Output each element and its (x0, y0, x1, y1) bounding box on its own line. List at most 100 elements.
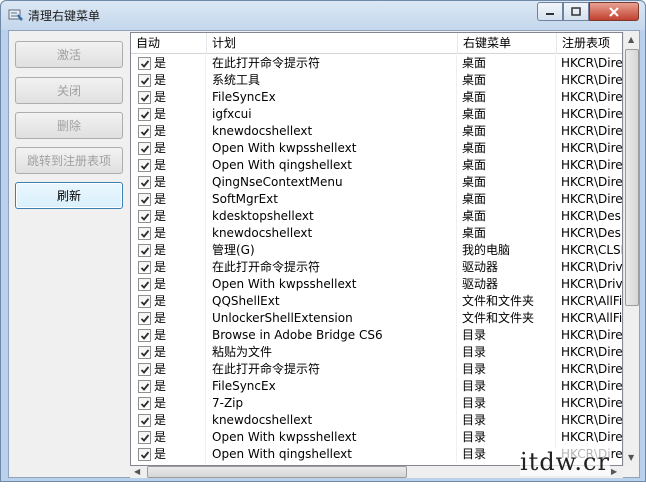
title-bar[interactable]: 清理右键菜单 (1, 1, 645, 30)
table-row[interactable]: 是 Open With kwpsshellext桌面HKCR\Directo (131, 140, 622, 157)
minimize-button[interactable] (537, 2, 563, 21)
auto-value: 是 (154, 277, 167, 291)
table-row[interactable]: 是 knewdocshellext桌面HKCR\Deskto (131, 225, 622, 242)
checkbox-checked-icon (140, 264, 150, 272)
window-title: 清理右键菜单 (28, 9, 101, 23)
checkbox-checked-icon (140, 77, 150, 85)
checkbox-checked-icon (140, 128, 150, 136)
column-header-auto[interactable]: 自动 (131, 33, 207, 54)
checkbox[interactable] (138, 227, 151, 240)
scroll-down-icon[interactable]: ▼ (628, 453, 634, 462)
scroll-left-icon[interactable]: ◀ (134, 467, 140, 476)
close-window-button[interactable] (589, 2, 639, 21)
column-header-menu[interactable]: 右键菜单 (458, 33, 557, 54)
checkbox[interactable] (138, 431, 151, 444)
maximize-button[interactable] (563, 2, 589, 21)
column-header-plan[interactable]: 计划 (207, 33, 458, 54)
refresh-button[interactable]: 刷新 (15, 182, 123, 209)
checkbox[interactable] (138, 448, 151, 461)
checkbox[interactable] (138, 261, 151, 274)
menu-cell: 目录 (458, 429, 556, 446)
table-row[interactable]: 是 Browse in Adobe Bridge CS6目录HKCR\Direct… (131, 327, 622, 344)
vertical-scrollbar[interactable]: ▲ ▼ (623, 32, 639, 466)
menu-cell: 目录 (458, 412, 556, 429)
plan-cell: FileSyncEx (207, 89, 457, 106)
menu-cell: 桌面 (458, 123, 556, 140)
checkbox-checked-icon (140, 145, 150, 153)
table-row[interactable]: 是 Open With qingshellext桌面HKCR\Directo (131, 157, 622, 174)
table-row[interactable]: 是 粘贴为文件目录HKCR\Directo (131, 344, 622, 361)
table-row[interactable]: 是 QingNseContextMenu桌面HKCR\Directo (131, 174, 622, 191)
checkbox[interactable] (138, 295, 151, 308)
table-row[interactable]: 是 FileSyncEx目录HKCR\Directo (131, 378, 622, 395)
checkbox[interactable] (138, 193, 151, 206)
delete-button[interactable]: 删除 (15, 112, 123, 139)
menu-cell: 目录 (458, 344, 556, 361)
table-row[interactable]: 是 knewdocshellext桌面HKCR\Directo (131, 123, 622, 140)
vertical-scroll-thumb[interactable] (625, 49, 639, 306)
checkbox[interactable] (138, 380, 151, 393)
table-row[interactable]: 是 系统工具桌面HKCR\Directo (131, 72, 622, 89)
checkbox[interactable] (138, 397, 151, 410)
app-window: 清理右键菜单 激活 关闭 删除 跳转到注册表项 刷新 自动 计划 右键菜单 注册… (0, 0, 646, 482)
table-row[interactable]: 是 SoftMgrExt桌面HKCR\Directo (131, 191, 622, 208)
plan-cell: Open With kwpsshellext (207, 429, 457, 446)
checkbox[interactable] (138, 278, 151, 291)
checkbox[interactable] (138, 142, 151, 155)
checkbox[interactable] (138, 363, 151, 376)
scroll-right-icon[interactable]: ▶ (611, 467, 617, 476)
menu-cell: 桌面 (458, 140, 556, 157)
table-row[interactable]: 是 igfxcui桌面HKCR\Directo (131, 106, 622, 123)
menu-cell: 文件和文件夹 (458, 310, 556, 327)
jump-to-registry-button[interactable]: 跳转到注册表项 (15, 147, 123, 174)
context-menu-list[interactable]: 自动 计划 右键菜单 注册表项 是在此打开命令提示符桌面HKCR\Directo… (130, 32, 623, 466)
auto-value: 是 (154, 379, 167, 393)
table-row[interactable]: 是 FileSyncEx桌面HKCR\Directo (131, 89, 622, 106)
activate-button[interactable]: 激活 (15, 41, 123, 68)
table-row[interactable]: 是 在此打开命令提示符桌面HKCR\Directo (131, 55, 622, 72)
table-row[interactable]: 是 在此打开命令提示符目录HKCR\Directo (131, 361, 622, 378)
auto-value: 是 (154, 413, 167, 427)
plan-cell: 粘贴为文件 (207, 344, 457, 361)
checkbox[interactable] (138, 57, 151, 70)
table-row[interactable]: 是 kdesktopshellext桌面HKCR\Deskto (131, 208, 622, 225)
menu-cell: 驱动器 (458, 276, 556, 293)
auto-value: 是 (154, 226, 167, 240)
checkbox[interactable] (138, 74, 151, 87)
auto-cell: 是 (131, 72, 206, 89)
registry-cell: HKCR\Drive\ (557, 259, 622, 276)
table-row[interactable]: 是 Open With kwpsshellext驱动器HKCR\Drive\ (131, 276, 622, 293)
close-button[interactable]: 关闭 (15, 77, 123, 104)
checkbox[interactable] (138, 210, 151, 223)
scroll-up-icon[interactable]: ▲ (628, 35, 634, 44)
checkbox[interactable] (138, 244, 151, 257)
table-row[interactable]: 是 QQShellExt文件和文件夹HKCR\AllFiles (131, 293, 622, 310)
checkbox[interactable] (138, 176, 151, 189)
checkbox[interactable] (138, 108, 151, 121)
menu-cell: 桌面 (458, 72, 556, 89)
auto-cell: 是 (131, 123, 206, 140)
auto-cell: 是 (131, 157, 206, 174)
horizontal-scroll-thumb[interactable] (147, 466, 407, 478)
auto-cell: 是 (131, 327, 206, 344)
checkbox[interactable] (138, 414, 151, 427)
table-row[interactable]: 是 UnlockerShellExtension文件和文件夹HKCR\AllFil… (131, 310, 622, 327)
checkbox[interactable] (138, 91, 151, 104)
table-row[interactable]: 是 knewdocshellext目录HKCR\Directo (131, 412, 622, 429)
auto-value: 是 (154, 396, 167, 410)
table-row[interactable]: 是 在此打开命令提示符驱动器HKCR\Drive\ (131, 259, 622, 276)
auto-cell: 是 (131, 259, 206, 276)
auto-cell: 是 (131, 140, 206, 157)
column-header-registry[interactable]: 注册表项 (557, 33, 622, 54)
plan-cell: knewdocshellext (207, 123, 457, 140)
checkbox[interactable] (138, 346, 151, 359)
table-row[interactable]: 是 管理(G)我的电脑HKCR\CLSID (131, 242, 622, 259)
checkbox[interactable] (138, 125, 151, 138)
table-row[interactable]: 是 Open With kwpsshellext目录HKCR\Directo (131, 429, 622, 446)
registry-cell: HKCR\Directo (557, 378, 622, 395)
checkbox[interactable] (138, 312, 151, 325)
plan-cell: 管理(G) (207, 242, 457, 259)
checkbox[interactable] (138, 159, 151, 172)
table-row[interactable]: 是 7-Zip目录HKCR\Directo (131, 395, 622, 412)
checkbox[interactable] (138, 329, 151, 342)
